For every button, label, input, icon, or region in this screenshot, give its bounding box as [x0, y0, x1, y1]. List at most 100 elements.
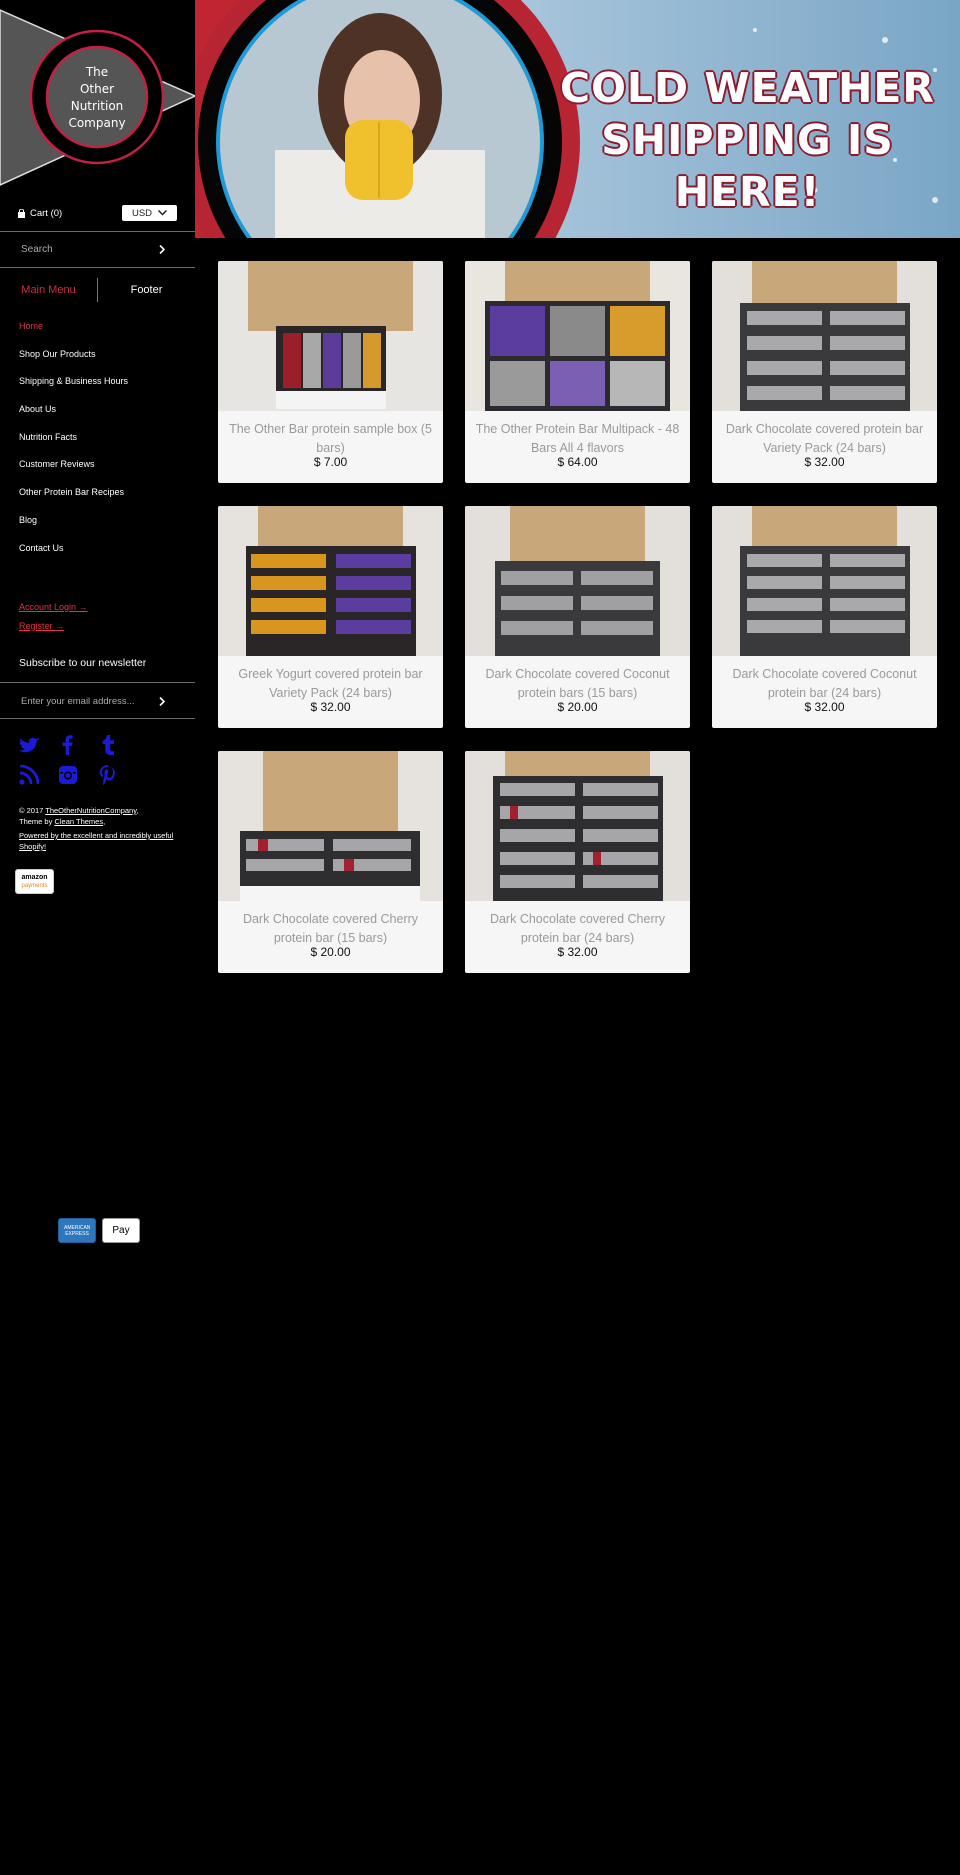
nav-item-blog[interactable]: Blog [19, 510, 128, 538]
cart-row: Cart (0) USD [18, 203, 177, 223]
product-price: $ 7.00 [313, 455, 348, 469]
logo-line-3: Nutrition [71, 99, 124, 113]
product-price: $ 64.00 [557, 455, 598, 469]
amex-icon: AMERICAN EXPRESS [58, 1218, 96, 1243]
account-links: Account Login → Register → [19, 598, 88, 636]
amazon-payments-badge: amazon payments [15, 869, 54, 894]
twitter-icon[interactable] [18, 737, 39, 757]
product-card[interactable]: The Other Protein Bar Multipack - 48 Bar… [465, 261, 690, 483]
search-submit-button[interactable] [159, 245, 165, 254]
product-price: $ 32.00 [804, 455, 845, 469]
payments-text: payments [21, 883, 48, 889]
product-price: $ 32.00 [310, 700, 351, 714]
search-form [0, 232, 195, 267]
product-name[interactable]: Greek Yogurt covered protein bar Variety… [226, 665, 435, 702]
theme-prefix: Theme by [19, 817, 55, 826]
copyright-prefix: © 2017 [19, 806, 46, 815]
product-card[interactable]: Dark Chocolate covered Cherry protein ba… [218, 751, 443, 973]
banner-headline: COLD WEATHER SHIPPING IS HERE! [535, 62, 960, 218]
product-name[interactable]: The Other Protein Bar Multipack - 48 Bar… [473, 420, 682, 457]
product-price: $ 32.00 [557, 945, 598, 959]
tumblr-icon[interactable] [98, 735, 118, 755]
nav-item-shipping[interactable]: Shipping & Business Hours [19, 371, 128, 399]
chevron-down-icon [158, 210, 168, 216]
account-login-link[interactable]: Account Login → [19, 598, 88, 617]
product-image [465, 506, 690, 656]
product-card[interactable]: Dark Chocolate covered protein bar Varie… [712, 261, 937, 483]
product-card[interactable]: The Other Bar protein sample box (5 bars… [218, 261, 443, 483]
currency-select[interactable]: USD [122, 205, 177, 221]
divider [0, 267, 195, 268]
hero-banner[interactable]: COLD WEATHER SHIPPING IS HERE! [195, 0, 960, 238]
chevron-right-icon [159, 245, 165, 254]
shopify-link[interactable]: Powered by the excellent and incredibly … [19, 831, 173, 851]
sidebar: The Other Nutrition Company Cart (0) USD… [0, 0, 195, 1875]
main-nav: Home Shop Our Products Shipping & Busine… [19, 316, 128, 565]
instagram-icon[interactable] [58, 765, 78, 785]
newsletter-submit-button[interactable] [159, 696, 165, 706]
nav-item-nutrition[interactable]: Nutrition Facts [19, 427, 128, 455]
cart-link[interactable]: Cart (0) [18, 208, 62, 219]
product-price: $ 20.00 [557, 700, 598, 714]
social-links [18, 735, 169, 793]
banner-line-2: SHIPPING IS HERE! [601, 116, 894, 216]
product-image [218, 261, 443, 411]
amex-label: AMERICAN EXPRESS [64, 1224, 91, 1237]
facebook-icon[interactable] [58, 735, 78, 755]
tab-footer[interactable]: Footer [98, 284, 195, 296]
logo-line-1: The [85, 65, 108, 79]
amazon-text: amazon [21, 874, 48, 881]
footer-credits: © 2017 TheOtherNutritionCompany, Theme b… [19, 805, 179, 852]
theme-link[interactable]: Clean Themes [54, 817, 103, 826]
divider [0, 718, 195, 719]
nav-item-contact[interactable]: Contact Us [19, 538, 128, 566]
product-image [218, 506, 443, 656]
product-image [712, 261, 937, 411]
newsletter-form [0, 684, 195, 718]
product-name[interactable]: Dark Chocolate covered Cherry protein ba… [473, 910, 682, 947]
bag-icon [18, 208, 25, 218]
menu-tabs: Main Menu Footer [0, 278, 195, 302]
nav-item-about[interactable]: About Us [19, 399, 128, 427]
product-image [465, 751, 690, 901]
product-card[interactable]: Greek Yogurt covered protein bar Variety… [218, 506, 443, 728]
product-image [712, 506, 937, 656]
product-image [465, 261, 690, 411]
divider [0, 682, 195, 683]
currency-value: USD [131, 207, 153, 219]
product-name[interactable]: Dark Chocolate covered Cherry protein ba… [226, 910, 435, 947]
banner-line-1: COLD WEATHER [559, 64, 935, 112]
product-image [218, 751, 443, 901]
logo-line-2: Other [80, 82, 114, 96]
rss-icon[interactable] [19, 764, 40, 785]
newsletter-email-input[interactable] [19, 694, 153, 708]
newsletter-title: Subscribe to our newsletter [19, 657, 147, 669]
product-price: $ 32.00 [804, 700, 845, 714]
payment-icons: AMERICAN EXPRESS Pay [58, 1218, 140, 1243]
company-logo[interactable]: The Other Nutrition Company [0, 0, 195, 195]
theme-line: Theme by Clean Themes, [19, 817, 106, 826]
apple-pay-label: Pay [112, 1225, 130, 1236]
apple-pay-icon: Pay [102, 1218, 140, 1243]
company-link[interactable]: TheOtherNutritionCompany [45, 806, 136, 815]
search-input[interactable] [19, 243, 153, 256]
register-link[interactable]: Register → [19, 617, 88, 636]
product-name[interactable]: Dark Chocolate covered Coconut protein b… [473, 665, 682, 702]
nav-item-reviews[interactable]: Customer Reviews [19, 454, 128, 482]
product-card[interactable]: Dark Chocolate covered Coconut protein b… [712, 506, 937, 728]
product-card[interactable]: Dark Chocolate covered Coconut protein b… [465, 506, 690, 728]
chevron-right-icon [159, 696, 165, 706]
cart-label: Cart (0) [30, 207, 63, 219]
nav-item-recipes[interactable]: Other Protein Bar Recipes [19, 482, 128, 510]
logo-line-4: Company [68, 116, 125, 130]
pinterest-icon[interactable] [98, 765, 118, 786]
product-card[interactable]: Dark Chocolate covered Cherry protein ba… [465, 751, 690, 973]
product-name[interactable]: Dark Chocolate covered Coconut protein b… [720, 665, 929, 702]
nav-item-home[interactable]: Home [19, 316, 128, 344]
nav-item-shop[interactable]: Shop Our Products [19, 344, 128, 372]
product-name[interactable]: The Other Bar protein sample box (5 bars… [226, 420, 435, 457]
tab-main-menu[interactable]: Main Menu [0, 284, 97, 296]
product-name[interactable]: Dark Chocolate covered protein bar Varie… [720, 420, 929, 457]
product-price: $ 20.00 [310, 945, 351, 959]
copyright-line: © 2017 TheOtherNutritionCompany, [19, 806, 139, 815]
